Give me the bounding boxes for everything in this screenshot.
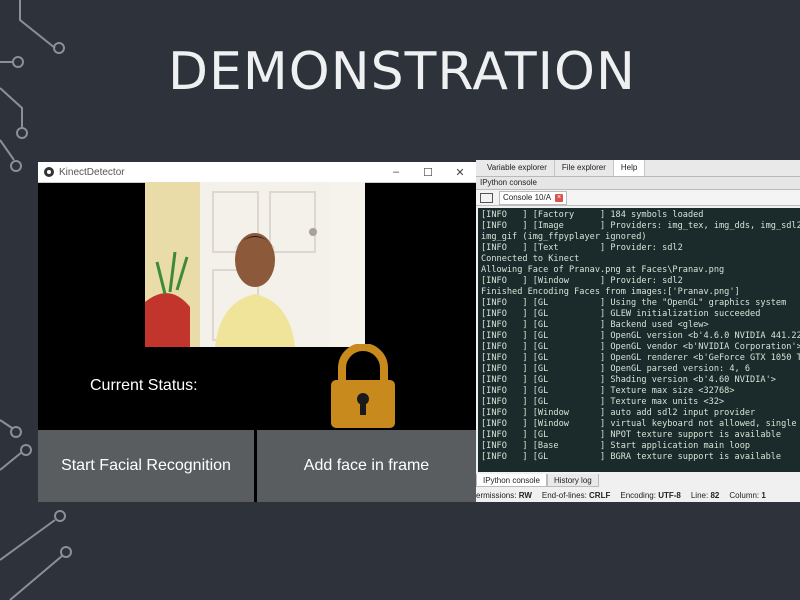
folder-icon[interactable] [480, 192, 493, 203]
column-value: 1 [761, 491, 766, 500]
console-line: [INFO ] [Base ] Start application main l… [481, 441, 751, 451]
kinect-detector-window: KinectDetector – ☐ ✕ Current Status: Sta… [38, 162, 476, 502]
console-line: [INFO ] [GL ] BGRA texture support is av… [481, 452, 782, 462]
slide-title: DEMONSTRATION [168, 42, 636, 102]
encoding-value: UTF-8 [658, 491, 681, 500]
ide-pane: Variable explorer File explorer Help IPy… [476, 160, 800, 502]
console-line: [INFO ] [Window ] auto add sdl2 input pr… [481, 408, 756, 418]
console-line: [INFO ] [Window ] Provider: sdl2 [481, 276, 683, 286]
console-line: [INFO ] [GL ] OpenGL vendor <b'NVIDIA Co… [481, 342, 800, 352]
lock-icon [331, 344, 395, 428]
console-line: [INFO ] [GL ] Shading version <b'4.60 NV… [481, 375, 776, 385]
window-titlebar: KinectDetector – ☐ ✕ [38, 162, 476, 183]
console-line: Finished Encoding Faces from images:['Pr… [481, 287, 740, 297]
permissions-status: ermissions: RW [476, 489, 532, 502]
console-line: [INFO ] [GL ] Using the "OpenGL" graphic… [481, 298, 787, 308]
console-line: [INFO ] [Factory ] 184 symbols loaded [481, 210, 704, 220]
console-line: [INFO ] [GL ] Texture max size <32768> [481, 386, 735, 396]
permissions-label: ermissions: [476, 491, 517, 500]
tab-variable-explorer[interactable]: Variable explorer [480, 160, 555, 176]
console-tab-label: Console 10/A [503, 193, 552, 202]
current-status-label: Current Status: [90, 377, 198, 394]
console-line: [INFO ] [GL ] OpenGL version <b'4.6.0 NV… [481, 331, 800, 341]
console-line: [INFO ] [GL ] Backend used <glew> [481, 320, 709, 330]
camera-feed [145, 182, 365, 347]
tab-history-log[interactable]: History log [546, 474, 599, 487]
close-button[interactable]: ✕ [444, 166, 476, 179]
column-status: Column: 1 [729, 489, 765, 502]
console-line: [INFO ] [GL ] NPOT texture support is av… [481, 430, 782, 440]
eol-value: CRLF [589, 491, 611, 500]
line-status: Line: 82 [691, 489, 720, 502]
minimize-button[interactable]: – [380, 166, 412, 178]
add-face-button[interactable]: Add face in frame [257, 430, 476, 502]
encoding-status: Encoding: UTF-8 [620, 489, 681, 502]
console-line: [INFO ] [GL ] OpenGL parsed version: 4, … [481, 364, 751, 374]
encoding-label: Encoding: [620, 491, 656, 500]
console-line: [INFO ] [Text ] Provider: sdl2 [481, 243, 683, 253]
console-line: Connected to Kinect [481, 254, 580, 264]
console-tab[interactable]: Console 10/A × [499, 190, 568, 205]
ide-top-tabs: Variable explorer File explorer Help [476, 160, 800, 177]
ipython-console-pane-label: IPython console [476, 177, 800, 190]
app-logo-icon [44, 167, 54, 177]
console-line: Allowing Face of Pranav.png at Faces\Pra… [481, 265, 725, 275]
window-title: KinectDetector [59, 166, 125, 178]
tab-file-explorer[interactable]: File explorer [555, 160, 614, 176]
console-line: [INFO ] [Image ] Providers: img_tex, img… [481, 221, 800, 231]
line-label: Line: [690, 491, 709, 500]
column-label: Column: [729, 491, 760, 500]
line-value: 82 [710, 491, 720, 500]
start-facial-recognition-button[interactable]: Start Facial Recognition [38, 430, 254, 502]
console-line: img_gif (img_ffpyplayer ignored) [481, 232, 647, 242]
eol-label: End-of-lines: [541, 491, 587, 500]
console-line: [INFO ] [Window ] virtual keyboard not a… [481, 419, 800, 429]
camera-feed-image [145, 182, 365, 347]
tab-help[interactable]: Help [613, 160, 646, 176]
console-line: [INFO ] [GL ] Texture max units <32> [481, 397, 725, 407]
maximize-button[interactable]: ☐ [412, 166, 444, 179]
eol-status: End-of-lines: CRLF [542, 489, 610, 502]
ide-statusbar: ermissions: RW End-of-lines: CRLF Encodi… [476, 489, 800, 502]
bottom-tabs: IPython console History log [476, 474, 599, 487]
console-line: [INFO ] [GL ] GLEW initialization succee… [481, 309, 761, 319]
console-tabbar: Console 10/A × [476, 190, 800, 206]
tab-ipython-console[interactable]: IPython console [476, 474, 547, 487]
console-output[interactable]: [INFO ] [Factory ] 184 symbols loaded [IN… [478, 208, 800, 472]
permissions-value: RW [518, 491, 532, 500]
close-icon[interactable]: × [555, 193, 564, 202]
console-line: [INFO ] [GL ] OpenGL renderer <b'GeForce… [481, 353, 800, 363]
